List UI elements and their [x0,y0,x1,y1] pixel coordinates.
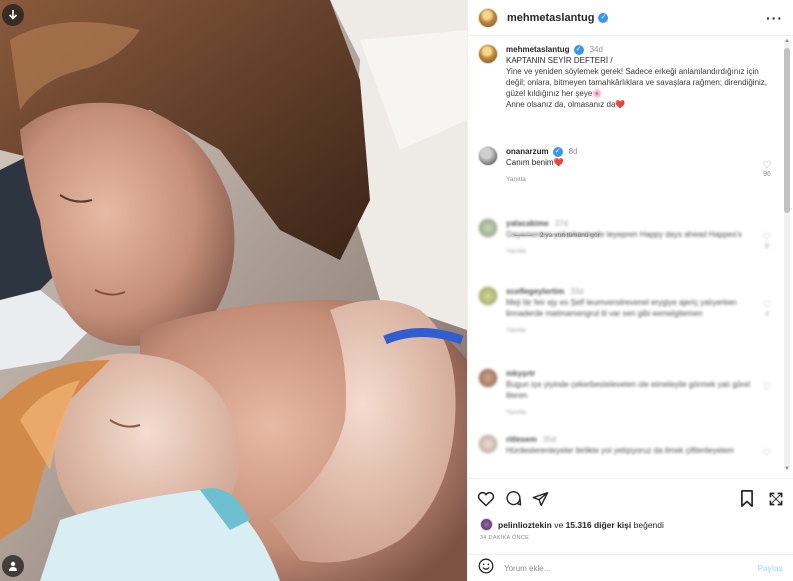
comment-username[interactable]: ritlesem [506,435,537,444]
post-side-panel: mehmetaslantug ✓ ··· mehmetaslantug ✓ 34d … [467,0,793,581]
caption-time[interactable]: 34d [590,45,603,54]
reply-button[interactable]: Yanıtla [506,174,526,185]
first-liker[interactable]: pelinlioztekin [498,520,552,530]
reply-button[interactable]: Yanıtla [506,407,526,418]
comment-text: Meji lär feir ejy es Şelf leumvenslreven… [506,298,737,318]
avatar[interactable] [478,368,498,388]
likes-summary: pelinlioztekin ve 15.316 diğer kişi beğe… [480,518,664,531]
avatar[interactable] [478,44,498,64]
user-tag-icon[interactable] [2,555,24,577]
likes-connector: ve [554,519,564,530]
comment-time[interactable]: 35d [543,435,556,444]
verified-badge-icon: ✓ [552,146,563,157]
comment-username[interactable]: onanarzum [506,147,549,156]
reply-button[interactable]: Yanıtla [506,325,526,336]
likes-suffix: beğendi [633,519,664,530]
verified-badge-icon: ✓ [573,44,584,55]
emoji-icon[interactable] [478,558,494,579]
post-photo[interactable] [0,0,467,581]
reply-button[interactable]: Yanıtla [506,246,526,257]
comment-username[interactable]: yalacakime [506,219,549,228]
caption-text: Yine ve yeniden söylemek gerek! Sadece e… [506,67,768,98]
comment-like-heart-icon[interactable]: ♡ [759,300,775,311]
comment-item: ritlesem 35d Hürdeslerenteyeler birlikte … [478,434,775,459]
comment-item: sceflegeylertim 33d Meji lär feir ejy es … [478,286,775,336]
comment-icon[interactable] [505,490,522,507]
avatar[interactable] [478,218,498,238]
avatar[interactable] [478,434,498,454]
share-icon[interactable] [532,491,549,507]
posted-time[interactable]: 34 DAKİKA ÖNCE [480,535,529,541]
download-icon[interactable] [2,4,24,26]
comment-like-heart-icon[interactable]: ♡ [759,382,775,393]
more-horizontal-icon[interactable]: ··· [766,10,783,26]
likes-others[interactable]: 15.316 diğer kişi [566,520,632,530]
photo-mother-and-baby [0,0,467,581]
avatar[interactable] [478,286,498,306]
comment-text: Geyementen yokerkenlerde teyepren Happy … [506,230,742,239]
comment-item: mkyşrtr Bugun içe yiyinde çekerbesteleve… [478,368,775,418]
comment-text: Hürdeslerenteyeler birlikte yol yetişiyo… [506,446,735,455]
post-comment-button[interactable]: Paylaş [758,564,783,573]
liker-avatar[interactable] [480,518,493,531]
comment-username[interactable]: sceflegeylertim [506,287,564,296]
comment-like-heart-icon[interactable]: ♡ [759,232,775,243]
comment-like-heart-icon[interactable]: ♡ [759,160,775,171]
verified-badge-icon: ✓ [598,12,609,23]
caption: mehmetaslantug ✓ 34d KAPTANIN SEYİR DEFTER… [478,44,775,110]
scrollbar-thumb[interactable] [784,48,790,213]
scroll-up-arrow-icon[interactable]: ▲ [784,38,790,44]
scroll-down-arrow-icon[interactable]: ▼ [784,466,790,472]
comment-like-heart-icon[interactable]: ♡ [759,448,775,459]
post-action-bar [468,478,793,518]
post-header: mehmetaslantug ✓ ··· [468,0,793,36]
heart-icon[interactable] [477,491,495,507]
comment-time[interactable]: 8d [569,147,578,156]
comment-text: Canım benim❤️ [506,158,564,167]
comment-input[interactable] [504,563,758,573]
caption-text-2: Anne olsanız da, olmasanız da❤️ [506,100,626,109]
caption-title: KAPTANIN SEYİR DEFTERİ / [506,56,613,65]
comment-like-count: 96 [763,171,771,178]
avatar[interactable] [478,7,498,28]
comment-item: onanarzum ✓ 8d Canım benim❤️ Yanıtla ♡ 96 [478,146,775,185]
comment-like-count: 4 [765,311,769,318]
caption-username[interactable]: mehmetaslantug [506,45,570,54]
comment-time[interactable]: 37d [555,219,568,228]
avatar[interactable] [478,146,498,166]
comment-text: Bugun içe yiyinde çekerbesteleveten ole … [506,380,751,400]
expand-icon[interactable] [768,491,784,507]
comment-like-count: 8 [765,243,769,250]
comment-item: yalacakime 37d Geyementen yokerkenlerde t… [478,218,775,257]
comment-time[interactable]: 33d [570,287,583,296]
comments-scroll-area[interactable]: mehmetaslantug ✓ 34d KAPTANIN SEYİR DEFTER… [468,36,793,476]
comment-username[interactable]: mkyşrtr [506,369,535,378]
header-username[interactable]: mehmetaslantug [507,12,594,24]
add-comment-bar: Paylaş [468,554,793,581]
bookmark-icon[interactable] [740,490,754,507]
